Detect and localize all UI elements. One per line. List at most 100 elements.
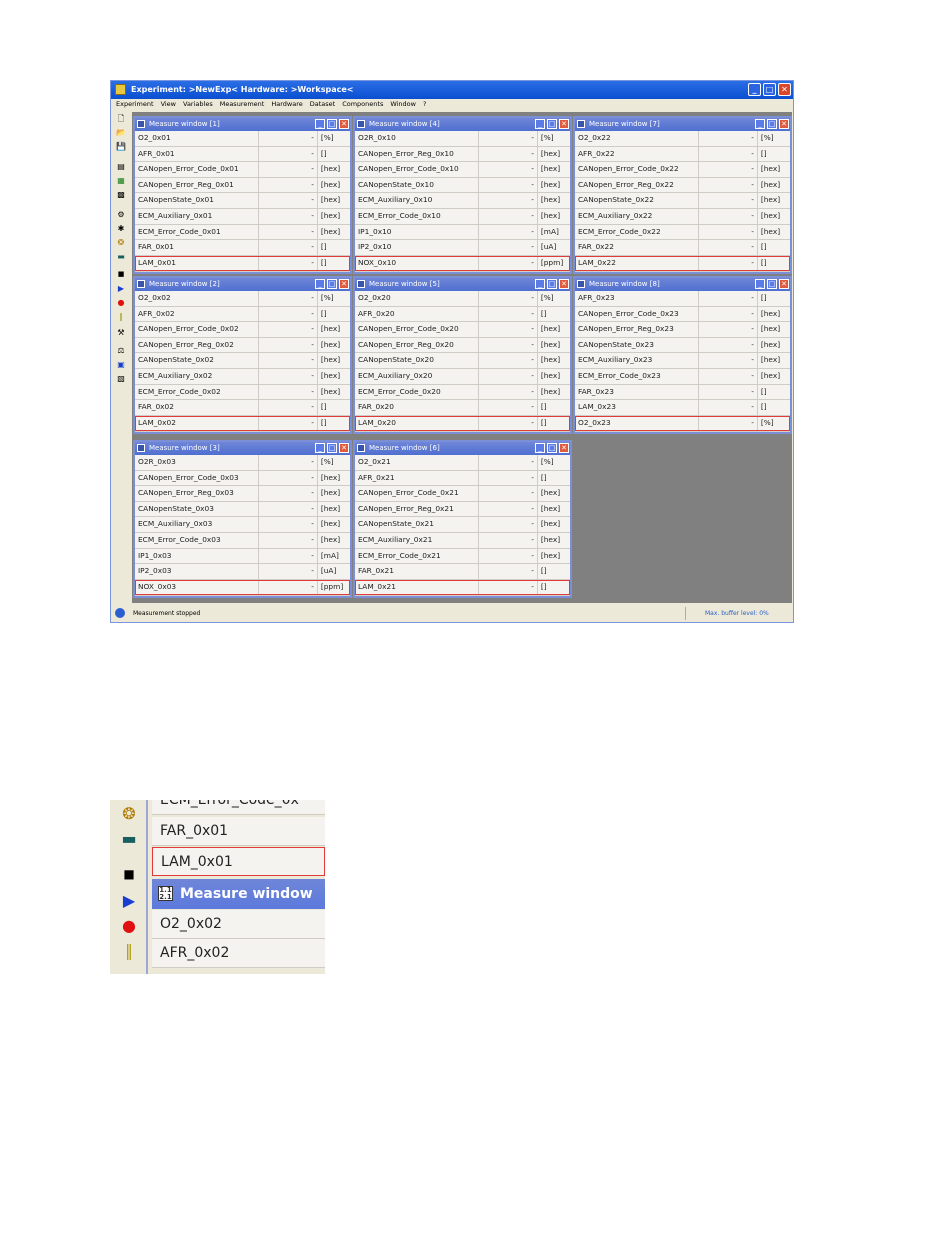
- measure-window[interactable]: Measure window [2] _ □ ✕ O2_0x02- [%] AFR_0x02…: [133, 276, 352, 434]
- close-button[interactable]: ✕: [339, 443, 349, 453]
- close-button[interactable]: ✕: [559, 279, 569, 289]
- measure-row[interactable]: O2_0x21- [%]: [355, 455, 570, 471]
- measure-row[interactable]: IP1_0x10- [mA]: [355, 224, 570, 241]
- measure-row[interactable]: CANopen_Error_Reg_0x22- [hex]: [575, 177, 790, 194]
- measure-row[interactable]: CANopen_Error_Code_0x23- [hex]: [575, 306, 790, 323]
- measure-row[interactable]: CANopen_Error_Reg_0x10- [hex]: [355, 146, 570, 163]
- menu-item[interactable]: View: [161, 99, 176, 110]
- minimize-button[interactable]: _: [535, 443, 545, 453]
- zoom-row[interactable]: FAR_0x01: [152, 817, 325, 846]
- measure-window-titlebar[interactable]: Measure window [1] _ □ ✕: [135, 118, 350, 131]
- measure-row[interactable]: CANopen_Error_Code_0x10- [hex]: [355, 162, 570, 178]
- zoom-window-title[interactable]: 1.12.1 Measure window [2: [152, 879, 325, 932]
- menu-item[interactable]: Hardware: [271, 99, 302, 110]
- measure-row[interactable]: ECM_Error_Code_0x22- [hex]: [575, 224, 790, 241]
- minimize-button[interactable]: _: [535, 119, 545, 129]
- measure-row[interactable]: ECM_Error_Code_0x02- [hex]: [135, 384, 350, 401]
- measure-row[interactable]: CANopen_Error_Reg_0x01- [hex]: [135, 177, 350, 194]
- measure-row[interactable]: CANopenState_0x02- [hex]: [135, 353, 350, 369]
- play-icon[interactable]: ▶: [120, 892, 138, 910]
- measure-window-titlebar[interactable]: Measure window [4] _ □ ✕: [355, 118, 570, 131]
- monitor-icon[interactable]: ▬: [116, 252, 126, 261]
- measure-row[interactable]: IP2_0x03- [uA]: [135, 564, 350, 580]
- menu-item[interactable]: ?: [423, 99, 426, 110]
- measure-row[interactable]: AFR_0x02-[]: [135, 306, 350, 323]
- measure-row[interactable]: AFR_0x20-[]: [355, 306, 570, 323]
- measure-row[interactable]: ECM_Auxiliary_0x22- [hex]: [575, 208, 790, 225]
- measure-row[interactable]: CANopenState_0x23- [hex]: [575, 337, 790, 354]
- measure-window[interactable]: Measure window [4] _ □ ✕ O2R_0x10- [%] CANopen…: [353, 116, 572, 274]
- measure-row[interactable]: LAM_0x02-[]: [135, 415, 350, 432]
- measure-window-titlebar[interactable]: Measure window [6] _ □ ✕: [355, 442, 570, 455]
- pause-icon[interactable]: ‖: [120, 942, 138, 960]
- measure-row[interactable]: O2_0x22- [%]: [575, 131, 790, 147]
- maximize-button[interactable]: □: [327, 119, 337, 129]
- measure-row[interactable]: AFR_0x22-[]: [575, 146, 790, 163]
- measure-row[interactable]: ECM_Auxiliary_0x20- [hex]: [355, 368, 570, 385]
- measure-row[interactable]: O2_0x02- [%]: [135, 291, 350, 307]
- measure-row[interactable]: CANopenState_0x22- [hex]: [575, 193, 790, 209]
- measure-row[interactable]: ECM_Error_Code_0x10- [hex]: [355, 208, 570, 225]
- settings-icon[interactable]: ❂: [120, 805, 138, 823]
- measure-row[interactable]: CANopenState_0x01- [hex]: [135, 193, 350, 209]
- measure-window[interactable]: Measure window [5] _ □ ✕ O2_0x20- [%] AFR_0x20…: [353, 276, 572, 434]
- menu-item[interactable]: Experiment: [116, 99, 154, 110]
- measure-row[interactable]: O2R_0x03- [%]: [135, 455, 350, 471]
- measure-row[interactable]: FAR_0x22-[]: [575, 240, 790, 256]
- minimize-button[interactable]: _: [755, 279, 765, 289]
- maximize-button[interactable]: □: [547, 119, 557, 129]
- measure-row[interactable]: CANopen_Error_Reg_0x21- [hex]: [355, 501, 570, 518]
- measure-row[interactable]: CANopen_Error_Reg_0x03- [hex]: [135, 486, 350, 502]
- measure-row[interactable]: CANopen_Error_Code_0x03- [hex]: [135, 470, 350, 487]
- measure-row[interactable]: CANopenState_0x21- [hex]: [355, 517, 570, 533]
- measure-row[interactable]: ECM_Error_Code_0x21- [hex]: [355, 548, 570, 565]
- measure-row[interactable]: FAR_0x20-[]: [355, 400, 570, 416]
- measure-window-titlebar[interactable]: Measure window [7] _ □ ✕: [575, 118, 790, 131]
- measure-row[interactable]: IP1_0x03- [mA]: [135, 548, 350, 565]
- menu-item[interactable]: Measurement: [220, 99, 265, 110]
- measure-row[interactable]: AFR_0x23-[]: [575, 291, 790, 307]
- measure-row[interactable]: NOX_0x03- [ppm]: [135, 579, 350, 596]
- stop-icon[interactable]: ■: [120, 865, 138, 883]
- close-button[interactable]: ✕: [559, 119, 569, 129]
- measure-window[interactable]: Measure window [7] _ □ ✕ O2_0x22- [%] AFR_0x22…: [573, 116, 792, 274]
- measure-row[interactable]: NOX_0x10- [ppm]: [355, 255, 570, 272]
- scale-icon[interactable]: ⚖: [116, 346, 126, 355]
- maximize-button[interactable]: □: [547, 279, 557, 289]
- chart-icon[interactable]: ▦: [116, 176, 126, 185]
- measure-row[interactable]: CANopen_Error_Reg_0x23- [hex]: [575, 322, 790, 338]
- measure-row[interactable]: ECM_Error_Code_0x03- [hex]: [135, 532, 350, 549]
- measure-row[interactable]: AFR_0x01-[]: [135, 146, 350, 163]
- pause-icon[interactable]: ‖: [116, 312, 126, 321]
- menu-item[interactable]: Variables: [183, 99, 213, 110]
- measure-row[interactable]: ECM_Error_Code_0x23- [hex]: [575, 368, 790, 385]
- minimize-button[interactable]: _: [748, 83, 761, 96]
- tools-icon[interactable]: ✱: [116, 224, 126, 233]
- zoom-row-selected[interactable]: LAM_0x01: [152, 847, 325, 876]
- maximize-button[interactable]: □: [547, 443, 557, 453]
- measure-row[interactable]: CANopenState_0x03- [hex]: [135, 501, 350, 518]
- minimize-button[interactable]: _: [535, 279, 545, 289]
- measure-row[interactable]: CANopen_Error_Reg_0x20- [hex]: [355, 337, 570, 354]
- close-button[interactable]: ✕: [778, 83, 791, 96]
- close-button[interactable]: ✕: [339, 279, 349, 289]
- maximize-button[interactable]: □: [763, 83, 776, 96]
- zoom-row[interactable]: ECM_Error_Code_0x: [152, 800, 325, 815]
- measure-window-titlebar[interactable]: Measure window [3] _ □ ✕: [135, 442, 350, 455]
- maximize-button[interactable]: □: [767, 119, 777, 129]
- measure-row[interactable]: CANopen_Error_Code_0x01- [hex]: [135, 162, 350, 178]
- open-icon[interactable]: 📂: [116, 128, 126, 137]
- measure-window-titlebar[interactable]: Measure window [5] _ □ ✕: [355, 278, 570, 291]
- measure-row[interactable]: LAM_0x22-[]: [575, 255, 790, 272]
- measure-window-titlebar[interactable]: Measure window [2] _ □ ✕: [135, 278, 350, 291]
- measure-row[interactable]: CANopen_Error_Code_0x20- [hex]: [355, 322, 570, 338]
- measure-row[interactable]: O2_0x20- [%]: [355, 291, 570, 307]
- record-icon[interactable]: ●: [116, 298, 126, 307]
- measure-row[interactable]: LAM_0x23-[]: [575, 400, 790, 416]
- measure-window[interactable]: Measure window [1] _ □ ✕ O2_0x01- [%] AFR_0x01…: [133, 116, 352, 274]
- list-icon[interactable]: ▤: [116, 162, 126, 171]
- measure-row[interactable]: ECM_Auxiliary_0x03- [hex]: [135, 517, 350, 533]
- minimize-button[interactable]: _: [315, 443, 325, 453]
- measure-window[interactable]: Measure window [8] _ □ ✕ AFR_0x23-[] CANopen_…: [573, 276, 792, 434]
- maximize-button[interactable]: □: [327, 279, 337, 289]
